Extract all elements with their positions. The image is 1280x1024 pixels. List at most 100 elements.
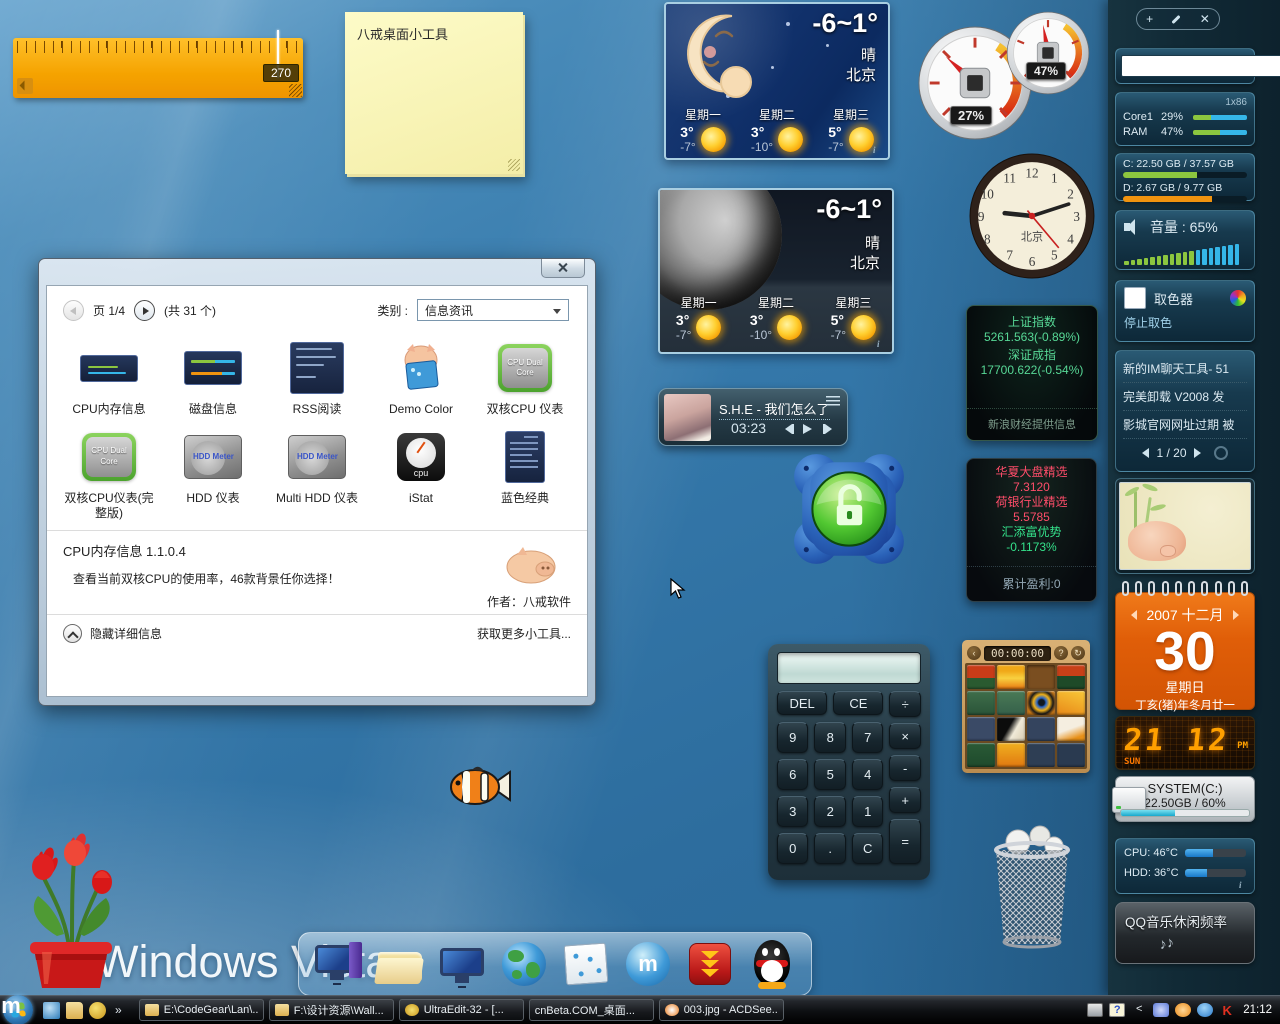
my-computer-icon[interactable]	[312, 938, 364, 990]
picture-frame-gadget[interactable]	[1115, 478, 1255, 574]
weather-gadget-cartoon[interactable]: -6~1° 晴 北京 星期一 3° -7° 星期二 3° -10° 星期三 5°…	[664, 2, 890, 160]
refresh-icon[interactable]	[1214, 446, 1228, 460]
gadget-item[interactable]: 蓝色经典	[473, 420, 577, 524]
qq-lock-gadget[interactable]	[788, 448, 910, 570]
puzzle-tile[interactable]	[967, 717, 995, 741]
calc-key[interactable]: 5	[814, 759, 845, 790]
tray-app-icon[interactable]	[1175, 1003, 1191, 1017]
category-dropdown[interactable]: 信息资讯	[417, 299, 569, 321]
quicklaunch-folder-icon[interactable]	[66, 1002, 83, 1019]
ruler-resize-handle[interactable]	[289, 84, 302, 97]
gadget-item[interactable]: HDD Meter HDD 仪表	[161, 420, 265, 524]
calc-key[interactable]: 2	[814, 796, 845, 827]
gadget-item[interactable]: cpu iStat	[369, 420, 473, 524]
digital-clock-gadget[interactable]: 21 12 PM SUN	[1115, 716, 1255, 770]
documents-folder-icon[interactable]	[374, 938, 426, 990]
news-prev-button[interactable]	[1142, 448, 1149, 458]
puzzle-tile[interactable]	[1027, 743, 1055, 767]
gallery-panel-icon[interactable]	[560, 938, 612, 990]
taskbar-window-button[interactable]: cnBeta.COM_桌面...	[529, 999, 654, 1021]
puzzle-help-button[interactable]: ?	[1054, 646, 1068, 660]
previous-button[interactable]	[785, 424, 799, 435]
calc-key[interactable]: 1	[852, 796, 883, 827]
gadget-item[interactable]: CPU Dual Core 双核CPU 仪表	[473, 331, 577, 420]
playlist-menu-icon[interactable]	[826, 396, 840, 406]
calc-multiply-button[interactable]: ×	[889, 723, 921, 749]
info-icon[interactable]	[1239, 880, 1249, 890]
taskbar-window-button[interactable]: E:\CodeGear\Lan\...	[139, 999, 264, 1021]
play-button[interactable]	[803, 424, 817, 435]
sticky-note-text[interactable]: 八戒桌面小工具	[357, 24, 511, 43]
puzzle-tile[interactable]	[1057, 691, 1085, 715]
next-page-button[interactable]	[134, 300, 155, 321]
cpu-meter-gadget[interactable]: 1x86 Core1 29% RAM 47%	[1115, 92, 1255, 146]
calc-ce-button[interactable]: CE	[833, 691, 883, 715]
taskbar-window-button[interactable]: F:\设计资源\Wall...	[269, 999, 394, 1021]
search-input[interactable]	[1121, 55, 1280, 77]
puzzle-back-button[interactable]: ‹	[967, 646, 981, 660]
calc-key[interactable]: .	[814, 833, 845, 864]
maxthon-browser-icon[interactable]	[622, 938, 674, 990]
puzzle-tile[interactable]	[1057, 717, 1085, 741]
gadget-item[interactable]: Demo Color	[369, 331, 473, 420]
kaspersky-tray-icon[interactable]	[1219, 1003, 1235, 1017]
news-next-button[interactable]	[1194, 448, 1201, 458]
news-item[interactable]: 新的IM聊天工具- 51	[1123, 355, 1247, 383]
picked-color-swatch[interactable]	[1124, 287, 1146, 309]
puzzle-tile[interactable]	[967, 743, 995, 767]
close-sidebar-button[interactable]: ✕	[1200, 13, 1210, 25]
info-icon[interactable]	[877, 339, 887, 349]
tray-app-icon[interactable]	[1153, 1003, 1169, 1017]
help-tray-icon[interactable]	[1109, 1003, 1125, 1017]
tray-expand-chevron[interactable]	[1131, 1003, 1147, 1017]
calendar-prev-button[interactable]	[1131, 610, 1137, 620]
volume-bars[interactable]	[1124, 243, 1246, 265]
quicklaunch-ultraedit-icon[interactable]	[89, 1002, 106, 1019]
calendar-next-button[interactable]	[1233, 610, 1239, 620]
hide-details-label[interactable]: 隐藏详细信息	[90, 625, 162, 642]
puzzle-tile[interactable]	[967, 691, 995, 715]
settings-wrench-icon[interactable]	[1172, 14, 1181, 23]
note-resize-handle[interactable]	[508, 159, 520, 171]
calc-key[interactable]: 8	[814, 722, 845, 753]
gadget-item[interactable]: CPU内存信息	[57, 331, 161, 420]
temperature-gadget[interactable]: CPU: 46°C HDD: 36°C	[1115, 838, 1255, 894]
puzzle-tile[interactable]	[997, 691, 1025, 715]
ruler-anchor-button[interactable]	[17, 78, 33, 94]
calc-minus-button[interactable]: -	[889, 755, 921, 781]
picture-puzzle-gadget[interactable]: ‹ 00:00:00 ? ↻	[962, 640, 1090, 773]
add-gadget-button[interactable]: +	[1146, 13, 1153, 25]
color-picker-gadget[interactable]: 取色器 停止取色	[1115, 280, 1255, 342]
gadget-item[interactable]: CPU Dual Core 双核CPU仪表(完整版)	[57, 420, 161, 524]
music-player-gadget[interactable]: S.H.E - 我们怎么了 03:23	[658, 388, 848, 446]
calc-del-button[interactable]: DEL	[777, 691, 827, 715]
tray-clock[interactable]: 21:12	[1243, 1004, 1272, 1016]
info-icon[interactable]	[873, 145, 883, 155]
ram-gauge[interactable]	[1005, 10, 1091, 96]
puzzle-tile[interactable]	[1027, 691, 1055, 715]
news-item[interactable]: 影城官网网址过期 被	[1123, 411, 1247, 439]
quicklaunch-browser-icon[interactable]	[43, 1002, 60, 1019]
stop-picking-link[interactable]: 停止取色	[1124, 314, 1246, 331]
calc-key[interactable]: C	[852, 833, 883, 864]
puzzle-tile[interactable]	[997, 717, 1025, 741]
calc-key[interactable]: 3	[777, 796, 808, 827]
puzzle-tile[interactable]	[1027, 717, 1055, 741]
taskbar-window-button[interactable]: UltraEdit-32 - [...	[399, 999, 524, 1021]
close-button[interactable]	[541, 259, 585, 278]
get-more-gadgets-link[interactable]: 获取更多小工具...	[477, 625, 571, 642]
sticky-note-gadget[interactable]: 八戒桌面小工具	[345, 12, 523, 174]
gadget-item[interactable]: RSS阅读	[265, 331, 369, 420]
taskbar-window-button[interactable]: 003.jpg - ACDSee...	[659, 999, 784, 1021]
puzzle-tile[interactable]	[1057, 743, 1085, 767]
calc-key[interactable]: 4	[852, 759, 883, 790]
quicklaunch-overflow-chevron[interactable]	[115, 1003, 122, 1017]
calc-equals-button[interactable]: =	[889, 819, 921, 864]
puzzle-tile-empty[interactable]	[1027, 665, 1055, 689]
calc-key[interactable]: 6	[777, 759, 808, 790]
qq-messenger-icon[interactable]	[746, 938, 798, 990]
gadget-item[interactable]: HDD Meter Multi HDD 仪表	[265, 420, 369, 524]
keyboard-layout-icon[interactable]	[1087, 1003, 1103, 1017]
puzzle-tile[interactable]	[997, 743, 1025, 767]
display-settings-icon[interactable]	[436, 938, 488, 990]
